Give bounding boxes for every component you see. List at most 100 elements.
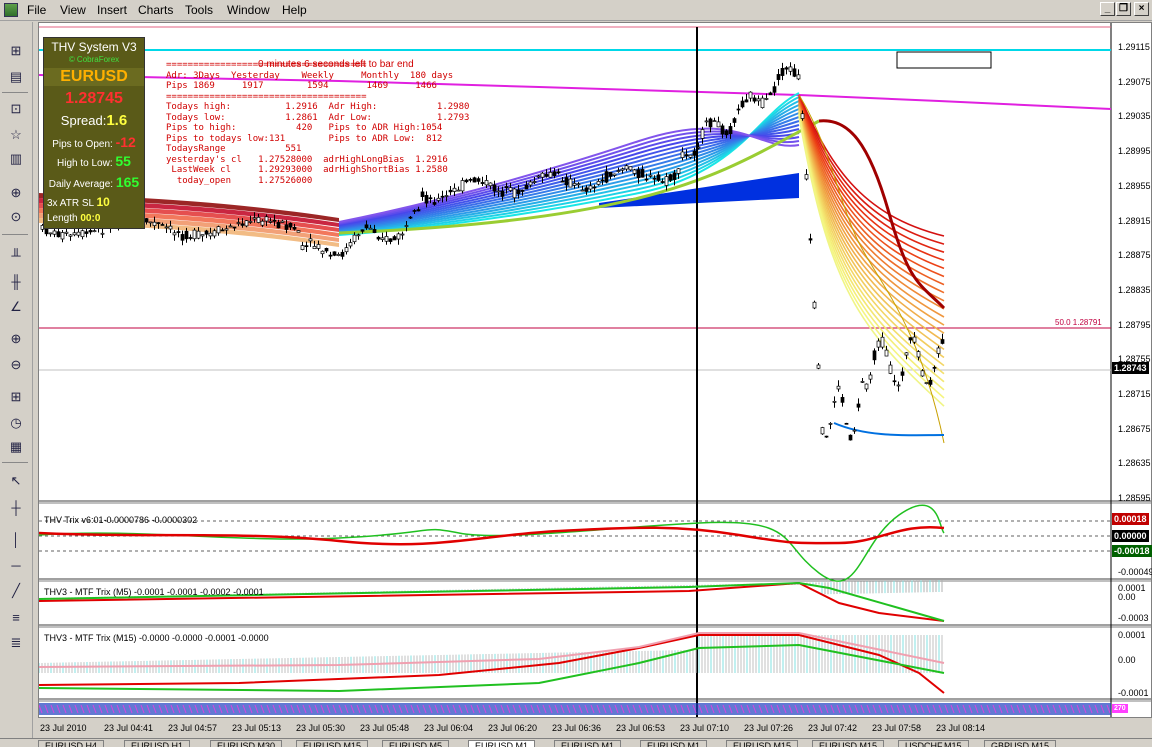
candle-body [528, 181, 533, 186]
candle-body [788, 66, 793, 72]
candle-body [492, 184, 497, 192]
panel-spread: Spread:1.6 [44, 112, 144, 129]
cursor-icon[interactable]: ↖ [4, 470, 28, 492]
menu-tools[interactable]: Tools [185, 3, 213, 17]
fibonacci-icon[interactable]: ≡ [4, 606, 28, 628]
stats-line: yesterday's cl 1.27528000 adrHighLongBia… [166, 154, 448, 165]
candle-body [816, 364, 821, 369]
stats-line: ===================================== [166, 60, 367, 70]
candle-body [220, 229, 225, 232]
profiles-icon[interactable]: ▤ [4, 66, 28, 88]
candle-body [148, 221, 153, 224]
candle-body [204, 230, 209, 235]
bottom-indicator-axis: 270 [1112, 704, 1128, 713]
line-chart-icon[interactable]: ∠ [4, 296, 28, 318]
candle-body [176, 231, 181, 233]
trix-axis-value-3: -0.00018 [1112, 545, 1152, 557]
menu-file[interactable]: File [27, 3, 46, 17]
price-axis-tick: 1.28835 [1118, 284, 1151, 295]
time-axis-tick: 23 Jul 05:13 [232, 723, 282, 733]
candle-body [836, 385, 841, 390]
stats-line: Todays low: 1.2861 Adr Low: 1.2793 [166, 112, 470, 123]
menu-view[interactable]: View [60, 3, 86, 17]
candle-body [928, 379, 933, 385]
candle-body [868, 374, 873, 380]
candle-body [880, 336, 885, 348]
panel-price: 1.28745 [65, 90, 123, 107]
candle-body [924, 382, 929, 384]
candle-body [656, 174, 661, 181]
candle-body [692, 150, 697, 156]
market-watch-icon[interactable]: ⊡ [4, 98, 28, 120]
candle-body [844, 422, 849, 425]
candle-body [580, 189, 585, 192]
zoom-in-icon[interactable]: ⊕ [4, 328, 28, 350]
candle-body [432, 202, 437, 205]
text-icon[interactable]: ≣ [4, 632, 28, 654]
candle-body [392, 236, 397, 241]
stats-line: Pips 1869 1917 1594 1469 1466 [166, 81, 437, 91]
candle-body [476, 178, 481, 182]
candle-body [564, 177, 569, 186]
menu-help[interactable]: Help [282, 3, 307, 17]
menu-charts[interactable]: Charts [138, 3, 173, 17]
terminal-icon[interactable]: ▥ [4, 148, 28, 170]
bar-chart-icon[interactable]: ╨ [4, 244, 28, 266]
template-icon[interactable]: ▦ [4, 436, 28, 458]
mtf-m15-indicator-title: THV3 - MTF Trix (M15) -0.0000 -0.0000 -0… [44, 633, 269, 643]
candle-body [364, 224, 369, 229]
candle-body [784, 67, 789, 70]
vertical-line-icon[interactable]: │ [4, 528, 28, 550]
candle-body [268, 220, 273, 223]
strategy-tester-icon[interactable]: ⊕ [4, 182, 28, 204]
candle-body [904, 352, 909, 356]
menu-window[interactable]: Window [227, 3, 270, 17]
candle-body [732, 118, 737, 123]
candle-body [876, 340, 881, 348]
candle-body [636, 169, 641, 179]
candle-body [88, 230, 93, 233]
stats-line: ===================================== [166, 91, 367, 102]
zoom-out-icon[interactable]: ⊖ [4, 354, 28, 376]
time-axis-tick: 23 Jul 06:20 [488, 723, 538, 733]
navigator-icon[interactable]: ☆ [4, 124, 28, 146]
minimize-button[interactable]: _ [1100, 2, 1115, 16]
period-icon[interactable]: ◷ [4, 412, 28, 434]
candle-body [612, 173, 617, 176]
candle-body [832, 400, 837, 403]
candle-body [568, 178, 573, 188]
app-icon[interactable] [4, 3, 18, 17]
candle-body [420, 191, 425, 198]
chart-shift-icon[interactable]: ⊞ [4, 386, 28, 408]
candle-body [76, 231, 81, 236]
trendline-icon[interactable]: ╱ [4, 580, 28, 602]
candlestick-icon[interactable]: ╫ [4, 270, 28, 292]
horizontal-line-icon[interactable]: ─ [4, 554, 28, 576]
new-chart-icon[interactable]: ⊞ [4, 40, 28, 62]
left-toolbar: ⊞ ▤ ⊡ ☆ ▥ ⊕ ⊙ ╨ ╫ ∠ ⊕ ⊖ ⊞ ◷ ▦ ↖ ┼ │ ─ ╱ … [0, 22, 33, 740]
mtf-m5-indicator-title: THV3 - MTF Trix (M5) -0.0001 -0.0001 -0.… [44, 587, 264, 597]
candle-body [452, 187, 457, 192]
candle-body [324, 248, 329, 252]
crosshair-icon[interactable]: ┼ [4, 496, 28, 518]
candle-body [372, 229, 377, 233]
candle-body [388, 238, 393, 242]
stats-line: Pips to todays low:131 Pips to ADR Low: … [166, 133, 443, 144]
restore-button[interactable]: ❐ [1116, 2, 1131, 16]
close-button[interactable]: × [1134, 2, 1149, 16]
time-axis-tick: 23 Jul 07:42 [808, 723, 858, 733]
candle-body [700, 129, 705, 139]
candle-body [720, 125, 725, 135]
daily-average-value: 165 [115, 174, 140, 190]
candle-body [236, 222, 241, 224]
candle-body [152, 221, 157, 226]
menu-insert[interactable]: Insert [97, 3, 127, 17]
candle-body [260, 220, 265, 226]
candle-body [64, 231, 69, 234]
candle-body [804, 174, 809, 180]
candle-body [572, 183, 577, 186]
time-axis-tick: 23 Jul 07:58 [872, 723, 922, 733]
alert-icon[interactable]: ⊙ [4, 206, 28, 228]
stats-line: LastWeek cl 1.29293000 adrHighShortBias … [166, 165, 448, 175]
candle-body [244, 220, 249, 227]
